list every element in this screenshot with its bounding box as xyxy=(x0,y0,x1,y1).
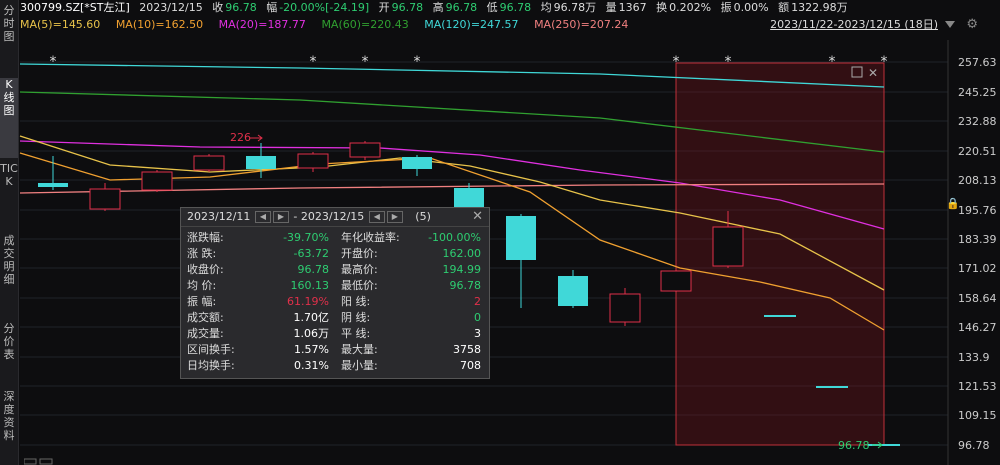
scroll-control-icon[interactable] xyxy=(24,458,64,465)
stats-row: 均 价: 160.13 最低价: 96.78 xyxy=(181,278,489,294)
candle xyxy=(89,188,121,210)
high-annotation: 226 xyxy=(230,131,251,144)
stats-row: 涨 跌: -63.72 开盘价: 162.00 xyxy=(181,246,489,262)
price-tick: 257.63 xyxy=(958,56,997,69)
stat-value: 0 xyxy=(474,311,481,324)
event-marker[interactable]: * xyxy=(881,54,888,70)
stat-value: 3758 xyxy=(453,343,481,356)
candle xyxy=(712,226,744,267)
price-tick: 220.51 xyxy=(958,145,997,158)
stat-value: 160.13 xyxy=(290,279,330,292)
price-tick: 245.25 xyxy=(958,86,997,99)
price-tick: 208.13 xyxy=(958,174,997,187)
stat-value: 1.06万 xyxy=(293,327,330,340)
candle xyxy=(402,157,432,169)
popup-date-from: 2023/12/11 xyxy=(187,210,251,223)
price-tick: 109.15 xyxy=(958,409,997,422)
stat-value: -39.70% xyxy=(283,231,329,244)
candle xyxy=(349,142,381,158)
interval-selection[interactable] xyxy=(675,62,885,446)
stat-value: 96.78 xyxy=(297,263,330,276)
stat-value: 162.00 xyxy=(442,247,482,260)
price-tick: 183.39 xyxy=(958,233,997,246)
stat-value: 3 xyxy=(474,327,481,340)
stat-value: 2 xyxy=(474,295,481,308)
stat-value: 0.31% xyxy=(294,359,329,372)
candle xyxy=(38,183,68,187)
candle xyxy=(558,276,588,306)
price-tick: 96.78 xyxy=(958,439,990,452)
popup-date-to: 2023/12/15 xyxy=(300,210,365,223)
candle xyxy=(506,216,536,260)
price-tick: 133.9 xyxy=(958,351,990,364)
event-marker[interactable]: * xyxy=(50,54,57,70)
kline-chart[interactable]: ✕ * * * * * * * * 226 96.78 257.63 245.2… xyxy=(0,0,1000,465)
candle xyxy=(609,293,641,323)
price-tick: 232.88 xyxy=(958,115,997,128)
candle xyxy=(246,156,276,169)
stats-row: 涨跌幅: -39.70% 年化收益率: -100.00% xyxy=(181,230,489,246)
stats-row: 收盘价: 96.78 最高价: 194.99 xyxy=(181,262,489,278)
stat-value: 1.70亿 xyxy=(293,311,330,324)
event-marker[interactable]: * xyxy=(829,54,836,70)
event-marker[interactable]: * xyxy=(673,54,680,70)
stats-row: 日均换手: 0.31% 最小量: 708 xyxy=(181,358,489,374)
stat-value: 96.78 xyxy=(449,279,482,292)
last-price-annotation: 96.78 xyxy=(838,439,870,452)
price-tick: 171.02 xyxy=(958,262,997,275)
interval-stats-popup[interactable]: 2023/12/11 ◀ ▶ - 2023/12/15 ◀ ▶ (5) ✕ 涨跌幅:… xyxy=(180,207,490,379)
prev-icon[interactable]: ◀ xyxy=(368,211,385,223)
price-tick: 146.27 xyxy=(958,321,997,334)
prev-icon[interactable]: ◀ xyxy=(254,211,271,223)
close-icon[interactable]: ✕ xyxy=(472,209,483,224)
stats-row: 成交量: 1.06万 平 线: 3 xyxy=(181,326,489,342)
price-tick: 121.53 xyxy=(958,380,997,393)
stat-value: 1.57% xyxy=(294,343,329,356)
popup-header: 2023/12/11 ◀ ▶ - 2023/12/15 ◀ ▶ (5) xyxy=(181,208,489,227)
candle xyxy=(660,270,692,292)
stats-row: 振 幅: 61.19% 阳 线: 2 xyxy=(181,294,489,310)
candle xyxy=(193,155,225,171)
price-tick: 158.64 xyxy=(958,292,997,305)
next-icon[interactable]: ▶ xyxy=(386,211,403,223)
stat-value: 61.19% xyxy=(287,295,329,308)
event-marker[interactable]: * xyxy=(725,54,732,70)
candle xyxy=(297,153,329,169)
stat-value: -63.72 xyxy=(293,247,329,260)
stat-value: 708 xyxy=(460,359,481,372)
price-tick: 195.76 xyxy=(958,204,997,217)
stats-row: 成交额: 1.70亿 阴 线: 0 xyxy=(181,310,489,326)
selection-close-icon[interactable]: ✕ xyxy=(868,66,878,80)
stats-row: 区间换手: 1.57% 最大量: 3758 xyxy=(181,342,489,358)
price-axis: 257.63 245.25 232.88 220.51 208.13 195.7… xyxy=(958,56,997,452)
popup-count: (5) xyxy=(415,210,431,223)
stat-value: 194.99 xyxy=(442,263,482,276)
high-annotation-arrow xyxy=(250,134,263,142)
candle xyxy=(141,171,173,191)
event-marker[interactable]: * xyxy=(310,54,317,70)
event-marker[interactable]: * xyxy=(414,54,421,70)
stat-value: -100.00% xyxy=(428,231,481,244)
event-marker[interactable]: * xyxy=(362,54,369,70)
next-icon[interactable]: ▶ xyxy=(272,211,289,223)
